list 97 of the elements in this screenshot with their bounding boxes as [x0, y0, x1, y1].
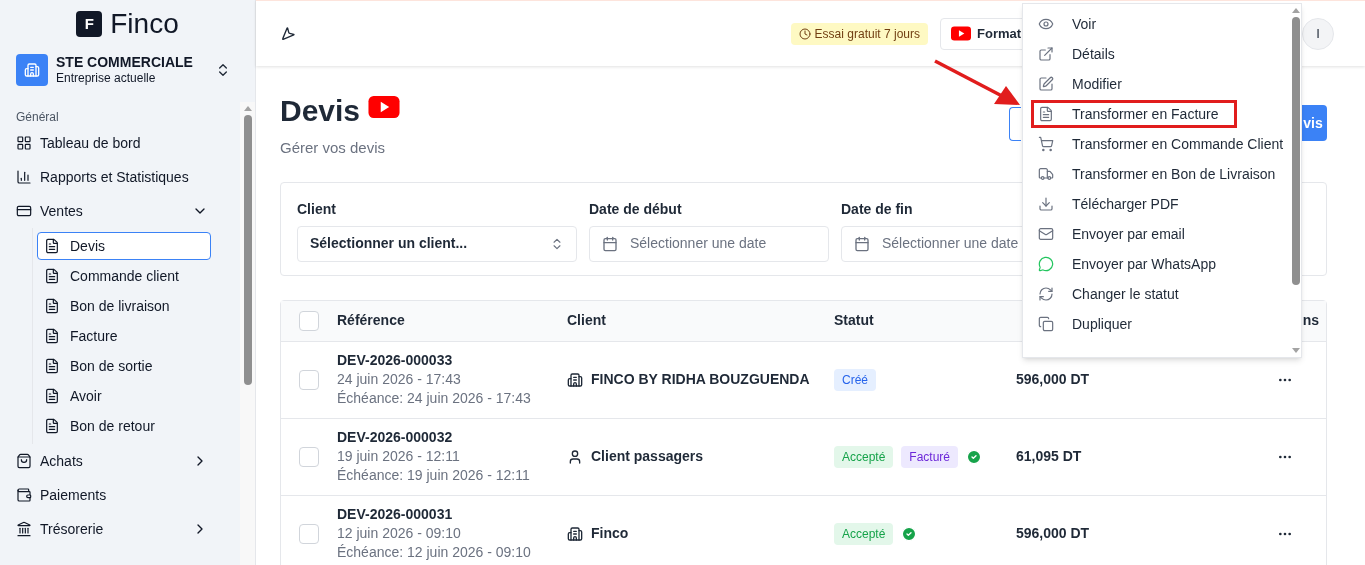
due-date: Échéance: 19 juin 2026 - 12:11 [337, 466, 531, 485]
column-header: Statut [834, 311, 875, 330]
company-subtitle: Entreprise actuelle [56, 71, 157, 87]
amount: 596,000 DT [1016, 370, 1090, 389]
menu-item[interactable]: Télécharger PDF [1031, 190, 1291, 218]
quote-date: 24 juin 2026 - 17:43 [337, 370, 462, 389]
mail-icon [1038, 226, 1054, 242]
truck-icon [1038, 166, 1054, 182]
logo-icon: F [76, 11, 103, 37]
menu-item[interactable]: Transformer en Bon de Livraison [1031, 160, 1291, 188]
quote-date: 12 juin 2026 - 09:10 [337, 524, 462, 543]
wallet-icon [16, 487, 32, 503]
calendar-icon [602, 235, 618, 252]
section-label: Général [15, 109, 60, 126]
menu-item[interactable]: Transformer en Commande Client [1031, 130, 1291, 158]
bank-icon [16, 521, 32, 537]
video-icon [951, 26, 971, 41]
sidebar-subitem[interactable]: Devis [37, 232, 211, 260]
sidebar-item[interactable]: Paiements [0, 478, 240, 512]
sidebar-item[interactable]: Ventes [0, 194, 240, 228]
status-badge: Facturé [901, 445, 959, 468]
sidebar-subitem[interactable]: Bon de sortie [37, 352, 211, 380]
quote-date: 19 juin 2026 - 12:11 [337, 447, 461, 466]
page-title: Devis [280, 93, 361, 129]
filter-label: Date de fin [841, 199, 913, 219]
grid-icon [16, 135, 32, 151]
whatsapp-icon [1038, 256, 1054, 272]
date-field[interactable]: Sélectionner une date [589, 225, 829, 262]
client-name: FINCO BY RIDHA BOUZGUENDA [591, 370, 810, 389]
sidebar-subitem[interactable]: Facture [37, 322, 211, 350]
card-icon [16, 203, 32, 219]
sidebar-item[interactable]: Achats [0, 444, 240, 478]
building-icon [567, 525, 583, 542]
building-icon [24, 62, 40, 78]
client-name: Finco [591, 524, 629, 543]
menu-item[interactable]: Dupliquer [1031, 310, 1291, 338]
status-badge: Accepté [834, 522, 894, 545]
select-all-checkbox[interactable] [299, 310, 319, 331]
outline-button[interactable] [1009, 107, 1021, 141]
document-icon [44, 238, 60, 254]
due-date: Échéance: 24 juin 2026 - 17:43 [337, 389, 532, 408]
row-checkbox[interactable] [299, 446, 319, 467]
company-switcher[interactable]: STE COMMERCIALE Entreprise actuelle [16, 52, 239, 88]
column-header: ns [1302, 311, 1320, 330]
clock-icon [798, 27, 811, 40]
document-icon [44, 418, 60, 434]
document-icon [44, 268, 60, 284]
filter-label: Client [297, 199, 336, 219]
menu-item[interactable]: Transformer en Facture [1031, 100, 1237, 128]
video-icon [368, 95, 401, 118]
copy-icon [1038, 316, 1054, 332]
sidebar-subitem[interactable]: Bon de retour [37, 412, 211, 440]
sidebar-subitem[interactable]: Commande client [37, 262, 211, 290]
company-name: STE COMMERCIALE [56, 53, 194, 72]
refresh-icon [1038, 286, 1054, 302]
menu-item[interactable]: Modifier [1031, 70, 1291, 98]
calendar-icon [854, 235, 870, 252]
sidebar-item[interactable]: Rapports et Statistiques [0, 160, 240, 194]
document-icon [44, 328, 60, 344]
sidebar-item[interactable]: Tableau de bord [0, 126, 240, 160]
document-icon [1038, 106, 1054, 122]
bag-icon [16, 453, 32, 469]
row-checkbox[interactable] [299, 523, 319, 544]
status-badge: Accepté [834, 445, 894, 468]
building-icon [567, 371, 583, 388]
bar-chart-icon [16, 169, 32, 185]
page-subtitle: Gérer vos devis [280, 138, 387, 158]
menu-item[interactable]: Changer le statut [1031, 280, 1291, 308]
cursor-icon[interactable] [280, 25, 296, 42]
quote-reference: DEV-2026-000031 [337, 505, 454, 524]
sidebar-subitem[interactable]: Avoir [37, 382, 211, 410]
sidebar-item[interactable]: Trésorerie [0, 512, 240, 546]
quote-reference: DEV-2026-000033 [337, 351, 454, 370]
amount: 61,095 DT [1016, 447, 1082, 466]
document-icon [44, 358, 60, 374]
brand-name: Finco [110, 10, 179, 38]
quote-reference: DEV-2026-000032 [337, 428, 454, 447]
external-link-icon [1038, 46, 1054, 62]
status-badge: Créé [834, 368, 876, 391]
download-icon [1038, 196, 1054, 212]
trial-badge: Essai gratuit 7 jours [790, 22, 928, 45]
edit-icon [1038, 76, 1054, 92]
document-icon [44, 388, 60, 404]
client-name: Client passagers [591, 447, 704, 466]
person-icon [567, 448, 583, 465]
due-date: Échéance: 12 juin 2026 - 09:10 [337, 543, 532, 562]
row-checkbox[interactable] [299, 369, 319, 390]
column-header: Client [567, 311, 607, 330]
client-select[interactable]: Sélectionner un client... [297, 225, 577, 262]
eye-icon [1038, 16, 1054, 32]
document-icon [44, 298, 60, 314]
cart-icon [1038, 136, 1054, 152]
column-header: Référence [337, 311, 406, 330]
avatar[interactable]: I [1302, 17, 1334, 50]
amount: 596,000 DT [1016, 524, 1090, 543]
sidebar-subitem[interactable]: Bon de livraison [37, 292, 211, 320]
filter-label: Date de début [589, 199, 682, 219]
